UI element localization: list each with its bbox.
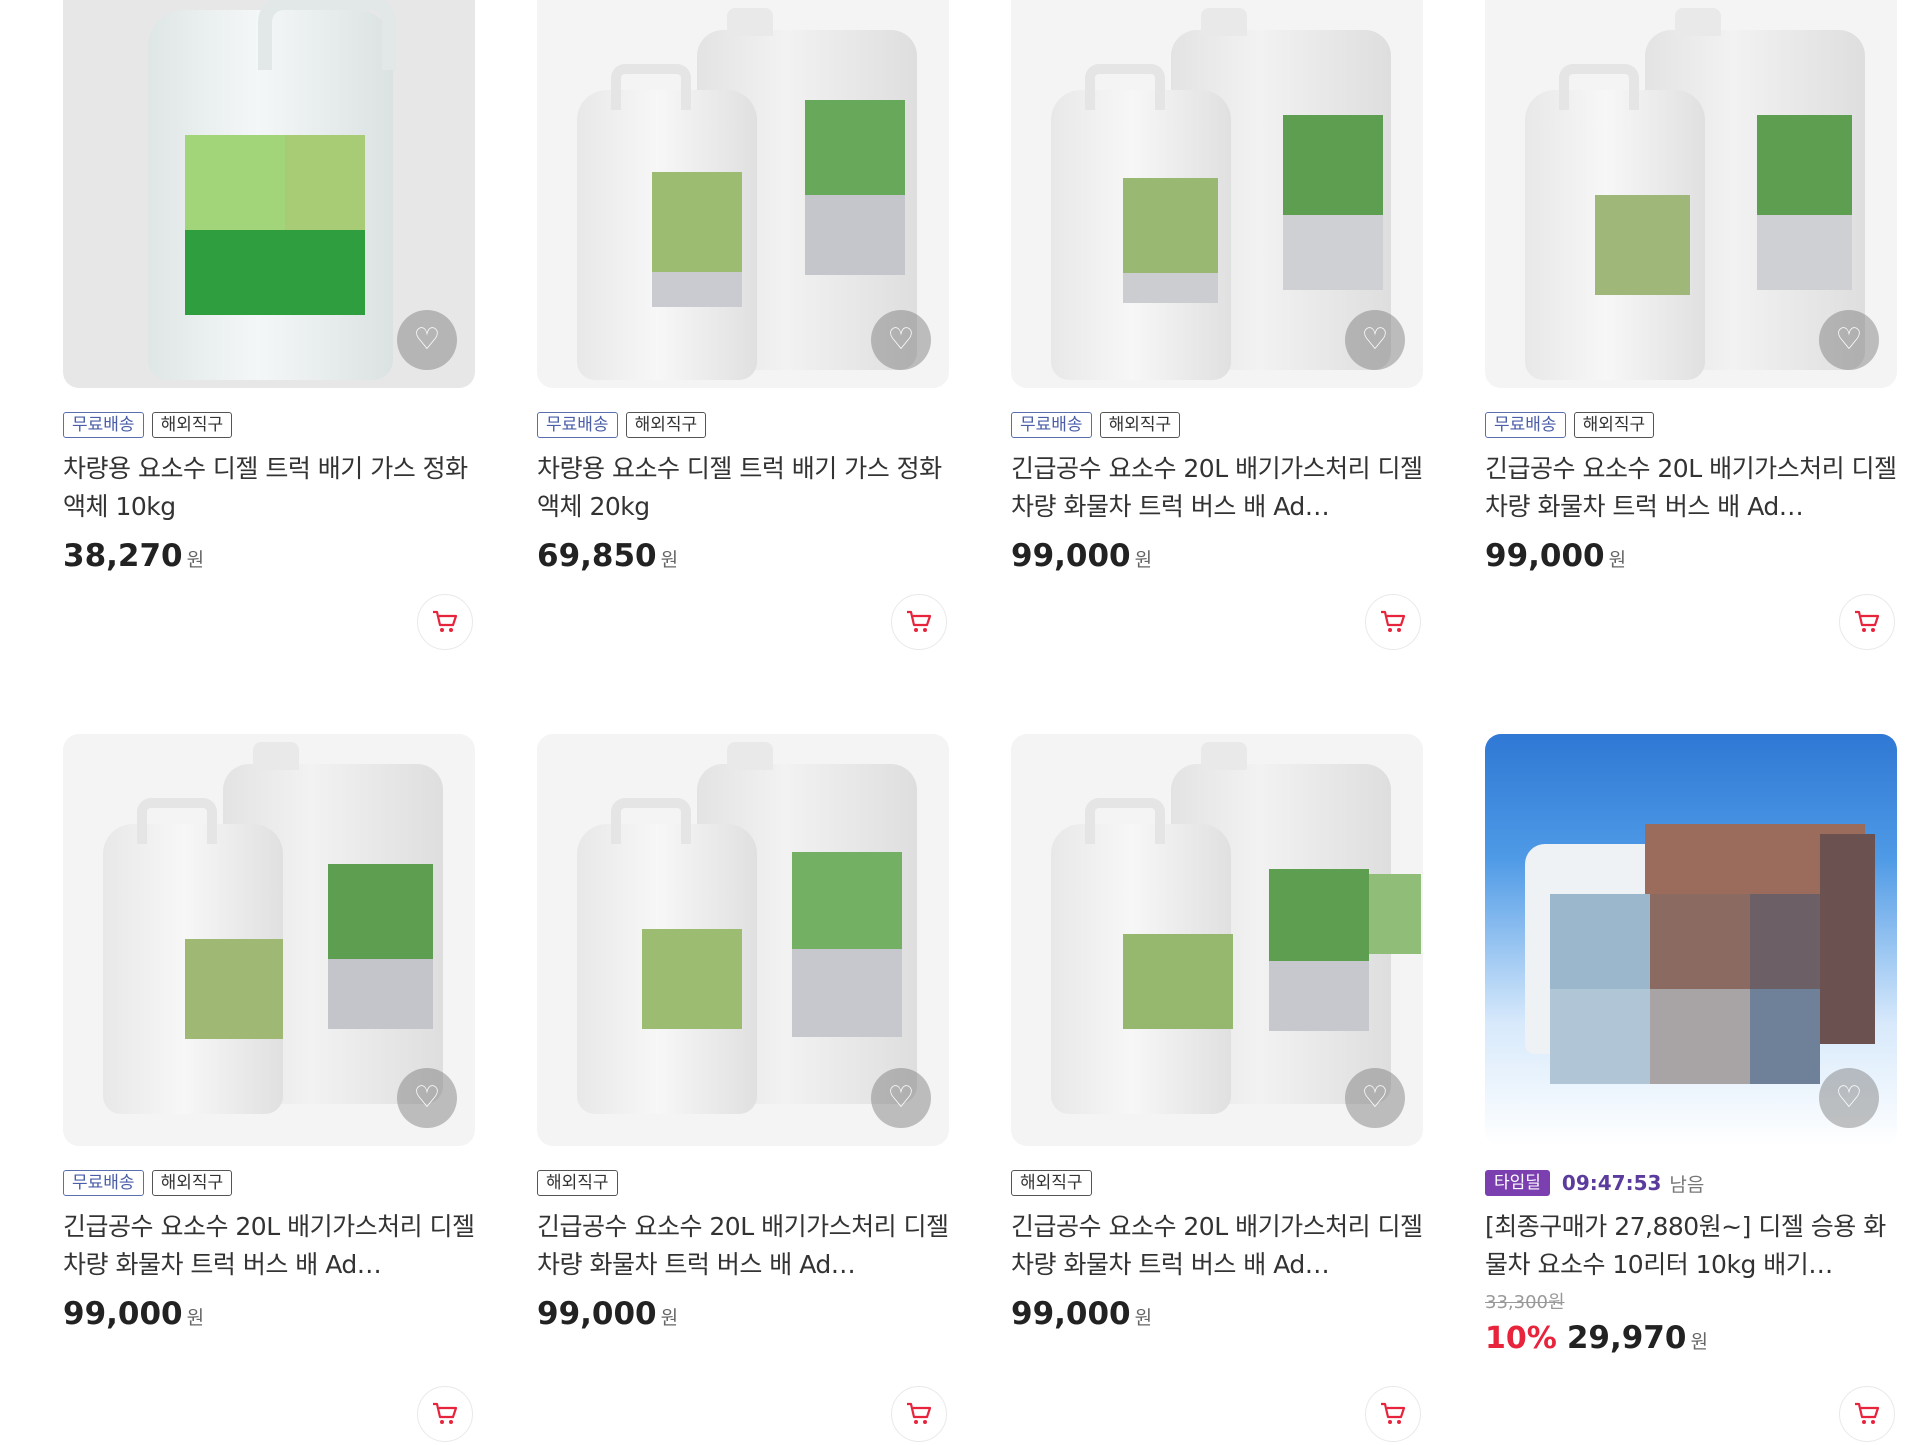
product-image[interactable]: ♡ <box>1011 0 1423 388</box>
product-title[interactable]: 긴급공수 요소수 20L 배기가스처리 디젤차량 화물차 트럭 버스 배 Ad… <box>1011 450 1423 526</box>
free-shipping-tag: 무료배송 <box>537 412 618 438</box>
currency-label: 원 <box>1608 549 1627 571</box>
product-price: 29,970 <box>1566 1320 1687 1356</box>
timedeal-tag: 타임딜 <box>1485 1170 1550 1196</box>
price-row: 99,000 원 <box>1011 1296 1423 1332</box>
overseas-tag: 해외직구 <box>1573 412 1655 438</box>
product-price: 99,000 <box>1011 538 1131 574</box>
cart-icon[interactable] <box>417 594 473 650</box>
discount-rate: 10% <box>1485 1321 1557 1356</box>
heart-icon[interactable]: ♡ <box>397 1068 457 1128</box>
tag-list: 무료배송 해외직구 <box>63 1168 475 1198</box>
tag-list: 무료배송 해외직구 <box>537 410 949 440</box>
overseas-tag: 해외직구 <box>151 412 233 438</box>
free-shipping-tag: 무료배송 <box>63 1170 144 1196</box>
currency-label: 원 <box>1134 1307 1153 1329</box>
free-shipping-tag: 무료배송 <box>63 412 144 438</box>
heart-icon[interactable]: ♡ <box>1819 310 1879 370</box>
heart-icon[interactable]: ♡ <box>1345 1068 1405 1128</box>
product-title[interactable]: 긴급공수 요소수 20L 배기가스처리 디젤차량 화물차 트럭 버스 배 Ad… <box>1011 1208 1423 1284</box>
cart-icon[interactable] <box>1839 1386 1895 1442</box>
product-title[interactable]: 긴급공수 요소수 20L 배기가스처리 디젤차량 화물차 트럭 버스 배 Ad… <box>1485 450 1897 526</box>
timedeal-timer: 09:47:53 <box>1561 1171 1662 1195</box>
product-title[interactable]: 긴급공수 요소수 20L 배기가스처리 디젤차량 화물차 트럭 버스 배 Ad… <box>537 1208 949 1284</box>
price-row: 99,000 원 <box>1485 538 1897 574</box>
product-card[interactable]: ♡ 해외직구 긴급공수 요소수 20L 배기가스처리 디젤차량 화물차 트럭 버… <box>537 734 949 1442</box>
heart-icon[interactable]: ♡ <box>871 310 931 370</box>
overseas-tag: 해외직구 <box>625 412 707 438</box>
product-title[interactable]: 차량용 요소수 디젤 트럭 배기 가스 정화 액체 20kg <box>537 450 949 526</box>
currency-label: 원 <box>186 1307 205 1329</box>
product-card[interactable]: ♡ 해외직구 긴급공수 요소수 20L 배기가스처리 디젤차량 화물차 트럭 버… <box>1011 734 1423 1442</box>
tag-list: 해외직구 <box>537 1168 949 1198</box>
product-price: 38,270 <box>63 538 183 574</box>
heart-icon[interactable]: ♡ <box>1345 310 1405 370</box>
price-row: 99,000 원 <box>1011 538 1423 574</box>
currency-label: 원 <box>660 1307 679 1329</box>
cart-icon[interactable] <box>1365 594 1421 650</box>
product-image[interactable]: ♡ <box>1485 734 1897 1146</box>
cart-icon[interactable] <box>891 1386 947 1442</box>
product-image[interactable]: ♡ <box>1011 734 1423 1146</box>
product-card[interactable]: ♡ 무료배송 해외직구 긴급공수 요소수 20L 배기가스처리 디젤차량 화물차… <box>63 734 475 1442</box>
product-image[interactable]: ♡ <box>1485 0 1897 388</box>
overseas-tag: 해외직구 <box>1099 412 1181 438</box>
price-row: 99,000 원 <box>537 1296 949 1332</box>
original-price: 33,300원 <box>1485 1292 1565 1313</box>
cart-icon[interactable] <box>891 594 947 650</box>
currency-label: 원 <box>660 549 679 571</box>
cart-icon[interactable] <box>1839 594 1895 650</box>
product-card[interactable]: ♡ 타임딜 09:47:53 남음 [최종구매가 27,880원~] 디젤 승용… <box>1485 734 1897 1442</box>
free-shipping-tag: 무료배송 <box>1485 412 1566 438</box>
currency-label: 원 <box>1134 549 1153 571</box>
product-card[interactable]: ♡ 무료배송 해외직구 차량용 요소수 디젤 트럭 배기 가스 정화 액체 20… <box>537 0 949 650</box>
heart-icon[interactable]: ♡ <box>397 310 457 370</box>
product-card[interactable]: ♡ 무료배송 해외직구 긴급공수 요소수 20L 배기가스처리 디젤차량 화물차… <box>1011 0 1423 650</box>
tag-list: 무료배송 해외직구 <box>63 410 475 440</box>
overseas-tag: 해외직구 <box>537 1170 618 1196</box>
product-image[interactable]: ♡ <box>537 0 949 388</box>
product-price: 69,850 <box>537 538 657 574</box>
timer-suffix: 남음 <box>1669 1173 1705 1196</box>
currency-label: 원 <box>1690 1331 1708 1353</box>
price-row: 10% 29,970 원 <box>1485 1320 1897 1356</box>
heart-icon[interactable]: ♡ <box>871 1068 931 1128</box>
currency-label: 원 <box>186 549 205 571</box>
product-price: 99,000 <box>63 1296 183 1332</box>
product-title[interactable]: 차량용 요소수 디젤 트럭 배기 가스 정화 액체 10kg <box>63 450 475 526</box>
free-shipping-tag: 무료배송 <box>1011 412 1092 438</box>
product-card[interactable]: ♡ 무료배송 해외직구 긴급공수 요소수 20L 배기가스처리 디젤차량 화물차… <box>1485 0 1897 650</box>
product-image[interactable]: ♡ <box>63 0 475 388</box>
heart-icon[interactable]: ♡ <box>1819 1068 1879 1128</box>
price-row: 38,270 원 <box>63 538 475 574</box>
product-title[interactable]: 긴급공수 요소수 20L 배기가스처리 디젤차량 화물차 트럭 버스 배 Ad… <box>63 1208 475 1284</box>
tag-list: 해외직구 <box>1011 1168 1423 1198</box>
product-image[interactable]: ♡ <box>63 734 475 1146</box>
product-price: 99,000 <box>1485 538 1605 574</box>
overseas-tag: 해외직구 <box>151 1170 233 1196</box>
product-image[interactable]: ♡ <box>537 734 949 1146</box>
product-title[interactable]: [최종구매가 27,880원~] 디젤 승용 화물차 요소수 10리터 10kg… <box>1485 1208 1897 1284</box>
cart-icon[interactable] <box>1365 1386 1421 1442</box>
tag-list: 무료배송 해외직구 <box>1485 410 1897 440</box>
overseas-tag: 해외직구 <box>1011 1170 1092 1196</box>
product-card[interactable]: ♡ 무료배송 해외직구 차량용 요소수 디젤 트럭 배기 가스 정화 액체 10… <box>63 0 475 650</box>
price-row: 99,000 원 <box>63 1296 475 1332</box>
tag-list: 무료배송 해외직구 <box>1011 410 1423 440</box>
product-price: 99,000 <box>1011 1296 1131 1332</box>
price-row: 69,850 원 <box>537 538 949 574</box>
product-grid: ♡ 무료배송 해외직구 차량용 요소수 디젤 트럭 배기 가스 정화 액체 10… <box>0 0 1920 1445</box>
tag-list: 타임딜 09:47:53 남음 <box>1485 1168 1897 1198</box>
cart-icon[interactable] <box>417 1386 473 1442</box>
product-price: 99,000 <box>537 1296 657 1332</box>
